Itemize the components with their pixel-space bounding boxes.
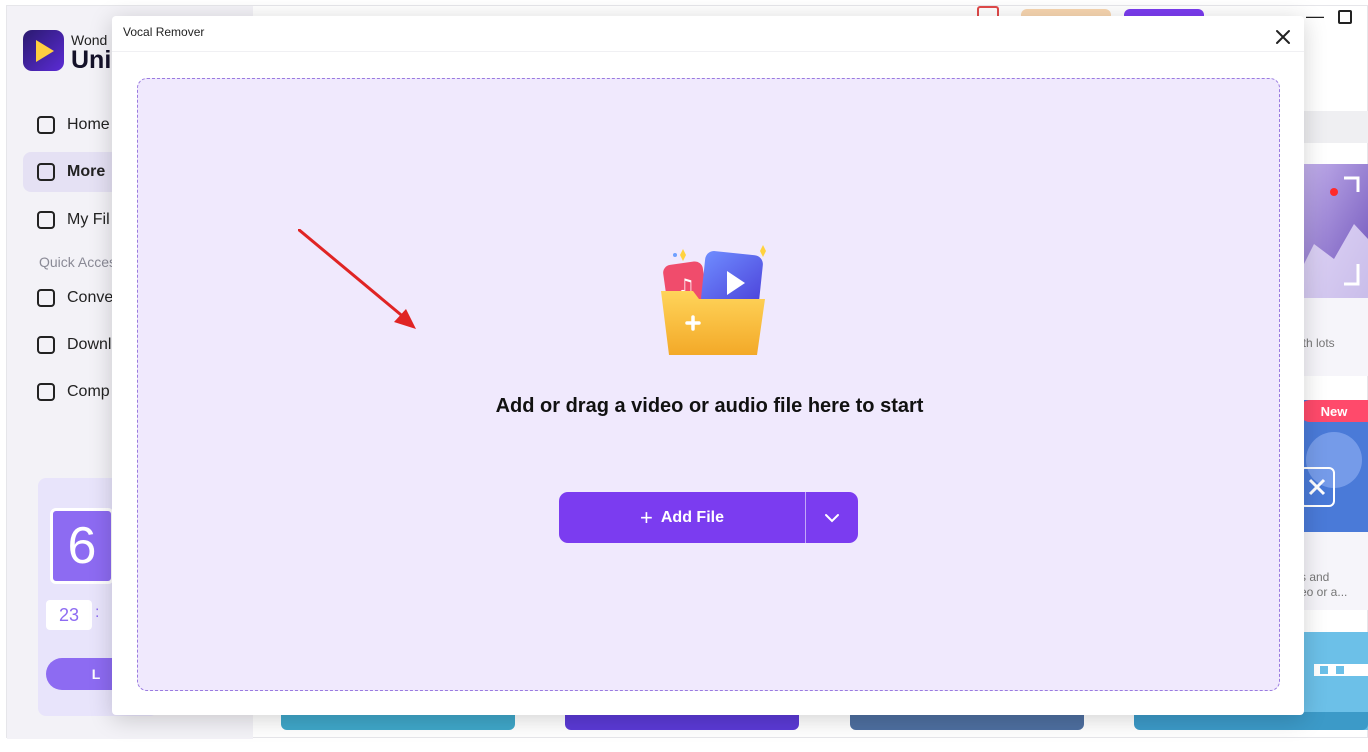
add-media-folder-icon: ♫: [661, 245, 766, 355]
feature-card-1[interactable]: ith lots: [1294, 164, 1368, 376]
sidebar-item-label: Conve: [67, 289, 114, 306]
sidebar-item-label: Home: [67, 116, 110, 133]
app-logo: [23, 30, 64, 71]
brand-name-main: Uni: [71, 46, 112, 74]
search-bar[interactable]: [1298, 111, 1368, 143]
countdown-time: 23: [46, 600, 92, 630]
sidebar-item-label: Comp: [67, 383, 110, 400]
add-file-label: Add File: [660, 508, 724, 526]
card-description-line2: eo or a...: [1300, 585, 1348, 599]
compress-icon: [37, 383, 55, 401]
add-file-dropdown-button[interactable]: [806, 492, 858, 543]
toolbox-icon: [37, 163, 55, 181]
sidebar-item-label: More: [67, 163, 106, 180]
add-file-button[interactable]: + Add File: [559, 492, 806, 543]
file-drop-zone[interactable]: ♫ Add or drag a video or audio file here…: [137, 78, 1280, 691]
add-file-button-group: + Add File: [559, 492, 858, 543]
dialog-header: Vocal Remover: [112, 16, 1304, 52]
card-description: ith lots: [1300, 336, 1335, 350]
convert-icon: [37, 289, 55, 307]
chevron-down-icon: [825, 513, 839, 522]
card-description-line1: s and: [1300, 570, 1330, 584]
file-icon: [37, 211, 55, 229]
dialog-title: Vocal Remover: [123, 25, 205, 39]
plus-icon: +: [640, 504, 653, 530]
close-button[interactable]: [1268, 22, 1298, 52]
close-icon: [1276, 30, 1290, 44]
vocal-remover-dialog: Vocal Remover ♫ Add or drag a video or a…: [112, 16, 1304, 715]
feature-card-2[interactable]: s and eo or a...: [1294, 400, 1368, 610]
download-icon: [37, 336, 55, 354]
mountain-thumbnail: [1294, 164, 1368, 298]
quick-access-label: Quick Acces: [39, 254, 117, 270]
sidebar-item-label: Downl: [67, 336, 112, 353]
home-icon: [37, 116, 55, 134]
new-badge: New: [1300, 400, 1368, 422]
restore-icon[interactable]: [1338, 10, 1352, 24]
red-arrow-annotation: [298, 229, 416, 329]
countdown-colon: :: [95, 604, 100, 621]
countdown-digit: 6: [50, 508, 114, 584]
minimize-icon[interactable]: —: [1306, 6, 1324, 27]
sidebar-item-label: My Fil: [67, 211, 110, 228]
drop-instructions: Add or drag a video or audio file here t…: [495, 395, 924, 417]
